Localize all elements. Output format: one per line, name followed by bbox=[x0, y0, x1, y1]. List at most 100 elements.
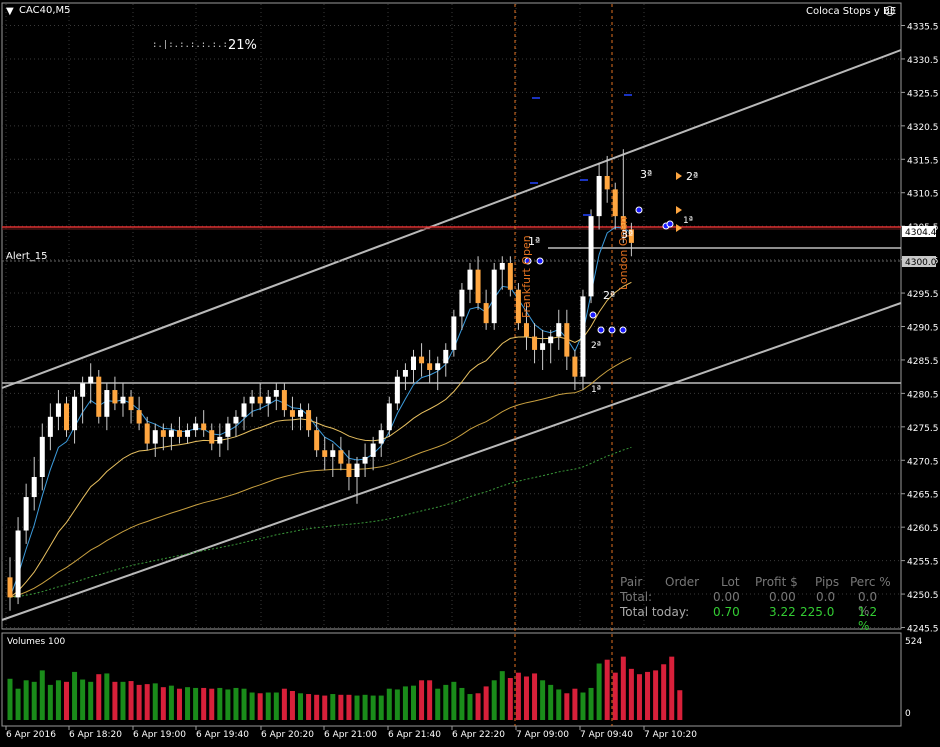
stats-header-order: Order bbox=[665, 575, 700, 589]
candle-body bbox=[402, 369, 408, 377]
stats-header-lot: Lot bbox=[721, 575, 740, 589]
dropdown-arrow-icon[interactable]: ▼ bbox=[6, 6, 14, 17]
candle-body bbox=[435, 363, 441, 370]
progress-percent: 21% bbox=[228, 38, 257, 53]
candle-body bbox=[233, 416, 239, 424]
price-tick-label: 4250.5 bbox=[907, 591, 939, 601]
candle-body bbox=[523, 323, 529, 337]
volume-bar bbox=[645, 671, 651, 720]
volume-bar bbox=[273, 692, 279, 720]
trade-marker-icon bbox=[589, 311, 597, 319]
candle-body bbox=[499, 262, 505, 270]
volume-bar bbox=[39, 670, 45, 720]
candle-body bbox=[306, 410, 312, 431]
wave-label: 2ª bbox=[603, 289, 616, 302]
volume-bar bbox=[378, 695, 384, 720]
alert-label: Alert_15 bbox=[6, 251, 48, 262]
stats-header-pips: Pips bbox=[815, 575, 840, 589]
volume-bar bbox=[23, 680, 29, 720]
candle-body bbox=[580, 296, 586, 377]
candle-body bbox=[193, 423, 199, 431]
price-tick-label: 4320.5 bbox=[907, 123, 939, 133]
volume-bar bbox=[201, 687, 207, 720]
candle-body bbox=[168, 430, 174, 437]
time-tick-label: 6 Apr 21:40 bbox=[388, 730, 441, 740]
volume-bar bbox=[564, 693, 570, 720]
candle-body bbox=[136, 410, 142, 424]
trade-marker-icon bbox=[635, 206, 643, 214]
volume-bar bbox=[338, 694, 344, 720]
volume-bar bbox=[289, 690, 295, 720]
stats-total-profit: 0.00 bbox=[769, 590, 796, 604]
volume-min-tick: 0 bbox=[905, 709, 911, 719]
volume-bar bbox=[411, 685, 416, 720]
volume-bar bbox=[281, 688, 287, 720]
volume-bar bbox=[628, 668, 634, 720]
candle-body bbox=[80, 383, 86, 397]
volume-bar bbox=[152, 683, 158, 720]
stats-today-profit: 3.22 bbox=[769, 605, 796, 619]
chart-window[interactable]: 4335.54330.54325.54320.54315.54310.54305… bbox=[0, 0, 940, 743]
candle-body bbox=[160, 430, 166, 437]
volume-bar bbox=[532, 673, 538, 720]
price-tick-label: 4270.5 bbox=[907, 457, 939, 467]
volume-bar bbox=[612, 672, 618, 720]
volume-bar bbox=[427, 680, 433, 720]
volume-bar bbox=[596, 663, 602, 720]
candle-body bbox=[386, 403, 392, 431]
candle-body bbox=[289, 410, 295, 417]
wave-label: 1ª bbox=[683, 216, 693, 226]
candle-body bbox=[491, 269, 497, 324]
candle-body bbox=[411, 356, 416, 370]
stats-panel: Pair Order Lot Profit $ Pips Perc % Tota… bbox=[620, 575, 892, 633]
volume-bar bbox=[330, 694, 336, 720]
volume-bar bbox=[112, 681, 118, 720]
stats-total-lot: 0.00 bbox=[713, 590, 740, 604]
candle-body bbox=[370, 443, 376, 457]
trade-marker-icon bbox=[666, 220, 674, 228]
volume-bar bbox=[136, 684, 142, 720]
candle-body bbox=[427, 363, 433, 370]
time-tick-label: 7 Apr 09:00 bbox=[516, 730, 569, 740]
time-tick-label: 6 Apr 19:40 bbox=[196, 730, 249, 740]
candle-body bbox=[47, 416, 53, 437]
candle-body bbox=[176, 430, 182, 437]
candle-body bbox=[55, 403, 61, 417]
volume-bar bbox=[523, 676, 529, 720]
price-tick-label: 4325.5 bbox=[907, 89, 939, 99]
volume-bar bbox=[580, 692, 586, 720]
volume-bar bbox=[225, 689, 231, 720]
candle-body bbox=[330, 450, 336, 457]
candle-body bbox=[7, 577, 13, 598]
price-tick-label: 4285.5 bbox=[907, 357, 939, 367]
time-tick-label: 6 Apr 18:20 bbox=[69, 730, 122, 740]
volume-bar bbox=[96, 674, 102, 720]
volume-bar bbox=[193, 687, 199, 720]
volume-bar bbox=[515, 672, 521, 720]
volume-bar bbox=[55, 680, 61, 720]
volume-bar bbox=[386, 688, 392, 720]
volume-bar bbox=[80, 679, 86, 720]
volume-bar bbox=[241, 688, 247, 720]
stats-header-perc: Perc % bbox=[850, 575, 891, 589]
volume-panel-title: Volumes 100 bbox=[7, 637, 66, 647]
volume-max-tick: 524 bbox=[905, 637, 923, 647]
volume-bar bbox=[265, 692, 271, 720]
time-tick-label: 6 Apr 19:00 bbox=[133, 730, 186, 740]
volume-bar bbox=[168, 685, 174, 720]
price-tick-label: 4260.5 bbox=[907, 524, 939, 534]
symbol-label: CAC40,M5 bbox=[19, 5, 71, 16]
time-tick-label: 6 Apr 20:20 bbox=[261, 730, 314, 740]
candle-body bbox=[556, 323, 562, 337]
volume-bar bbox=[394, 689, 400, 720]
price-tick-label: 4335.5 bbox=[907, 23, 939, 33]
volume-bar bbox=[483, 686, 489, 720]
price-chart-canvas[interactable]: 4335.54330.54325.54320.54315.54310.54305… bbox=[0, 0, 940, 743]
level-price-tag-label: 4300.0 bbox=[905, 258, 937, 268]
volume-bar bbox=[72, 671, 78, 720]
price-tick-label: 4290.5 bbox=[907, 324, 939, 334]
candle-body bbox=[346, 463, 352, 477]
volume-bar bbox=[233, 687, 239, 720]
price-tick-label: 4310.5 bbox=[907, 190, 939, 200]
candle-body bbox=[281, 390, 287, 411]
